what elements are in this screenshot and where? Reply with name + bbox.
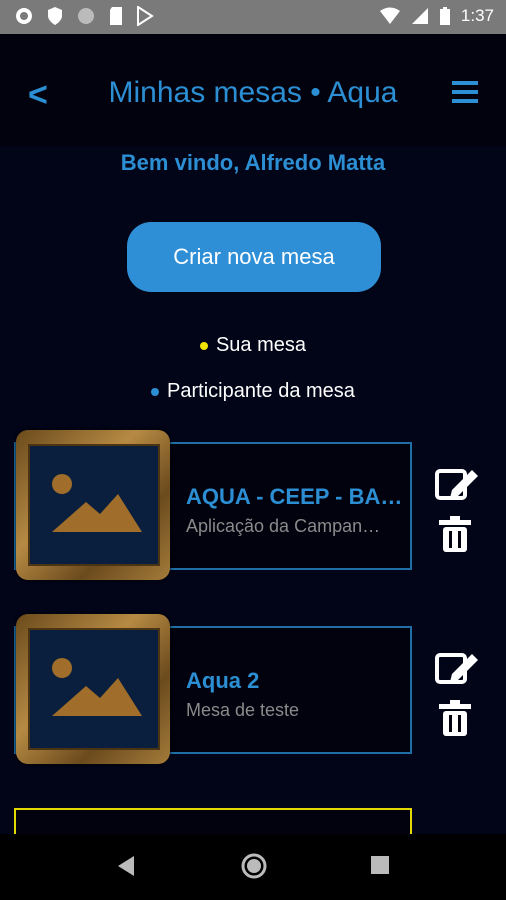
page-title: Minhas mesas • Aqua (108, 76, 398, 109)
welcome-message: Bem vindo, Alfredo Matta (120, 150, 386, 175)
legend-participant-label: Participante da mesa (167, 380, 355, 402)
nav-home-icon[interactable] (240, 852, 268, 885)
play-store-icon (136, 6, 154, 26)
table-actions (434, 464, 480, 558)
table-actions (434, 648, 480, 742)
hamburger-menu-icon[interactable] (452, 80, 478, 109)
legend-own: Sua mesa (0, 334, 506, 357)
circle-icon (76, 6, 96, 26)
trash-icon[interactable] (438, 699, 480, 742)
table-name: Aqua 2 (186, 668, 260, 693)
table-thumbnail (16, 430, 170, 580)
trash-icon[interactable] (438, 515, 480, 558)
shield-icon (46, 6, 64, 26)
nav-recents-icon[interactable] (370, 854, 390, 881)
app-bar: < Minhas mesas • Aqua (0, 34, 506, 146)
edit-icon[interactable] (434, 648, 480, 691)
table-name: AQUA - CEEP - BA… (186, 484, 403, 509)
table-description: Mesa de teste (186, 700, 300, 720)
battery-icon (439, 6, 451, 26)
wifi-icon (379, 7, 401, 25)
clock: 1:37 (460, 6, 494, 25)
own-dot-icon (199, 341, 208, 350)
image-placeholder-icon (52, 474, 142, 532)
sd-card-icon (108, 6, 124, 26)
settings-icon (14, 6, 34, 26)
system-nav-bar (0, 834, 506, 900)
table-thumbnail (16, 614, 170, 764)
table-description: Aplicação da Campan… (186, 516, 381, 536)
nav-back-icon[interactable] (116, 854, 136, 883)
legend-participant: Participante da mesa (0, 380, 506, 403)
status-bar: 1:37 (0, 0, 506, 34)
edit-icon[interactable] (434, 464, 480, 507)
legend-own-label: Sua mesa (215, 334, 307, 356)
create-table-button[interactable]: Criar nova mesa (127, 222, 381, 292)
participant-dot-icon (151, 387, 160, 396)
image-placeholder-icon (52, 658, 142, 716)
signal-icon (411, 7, 429, 25)
